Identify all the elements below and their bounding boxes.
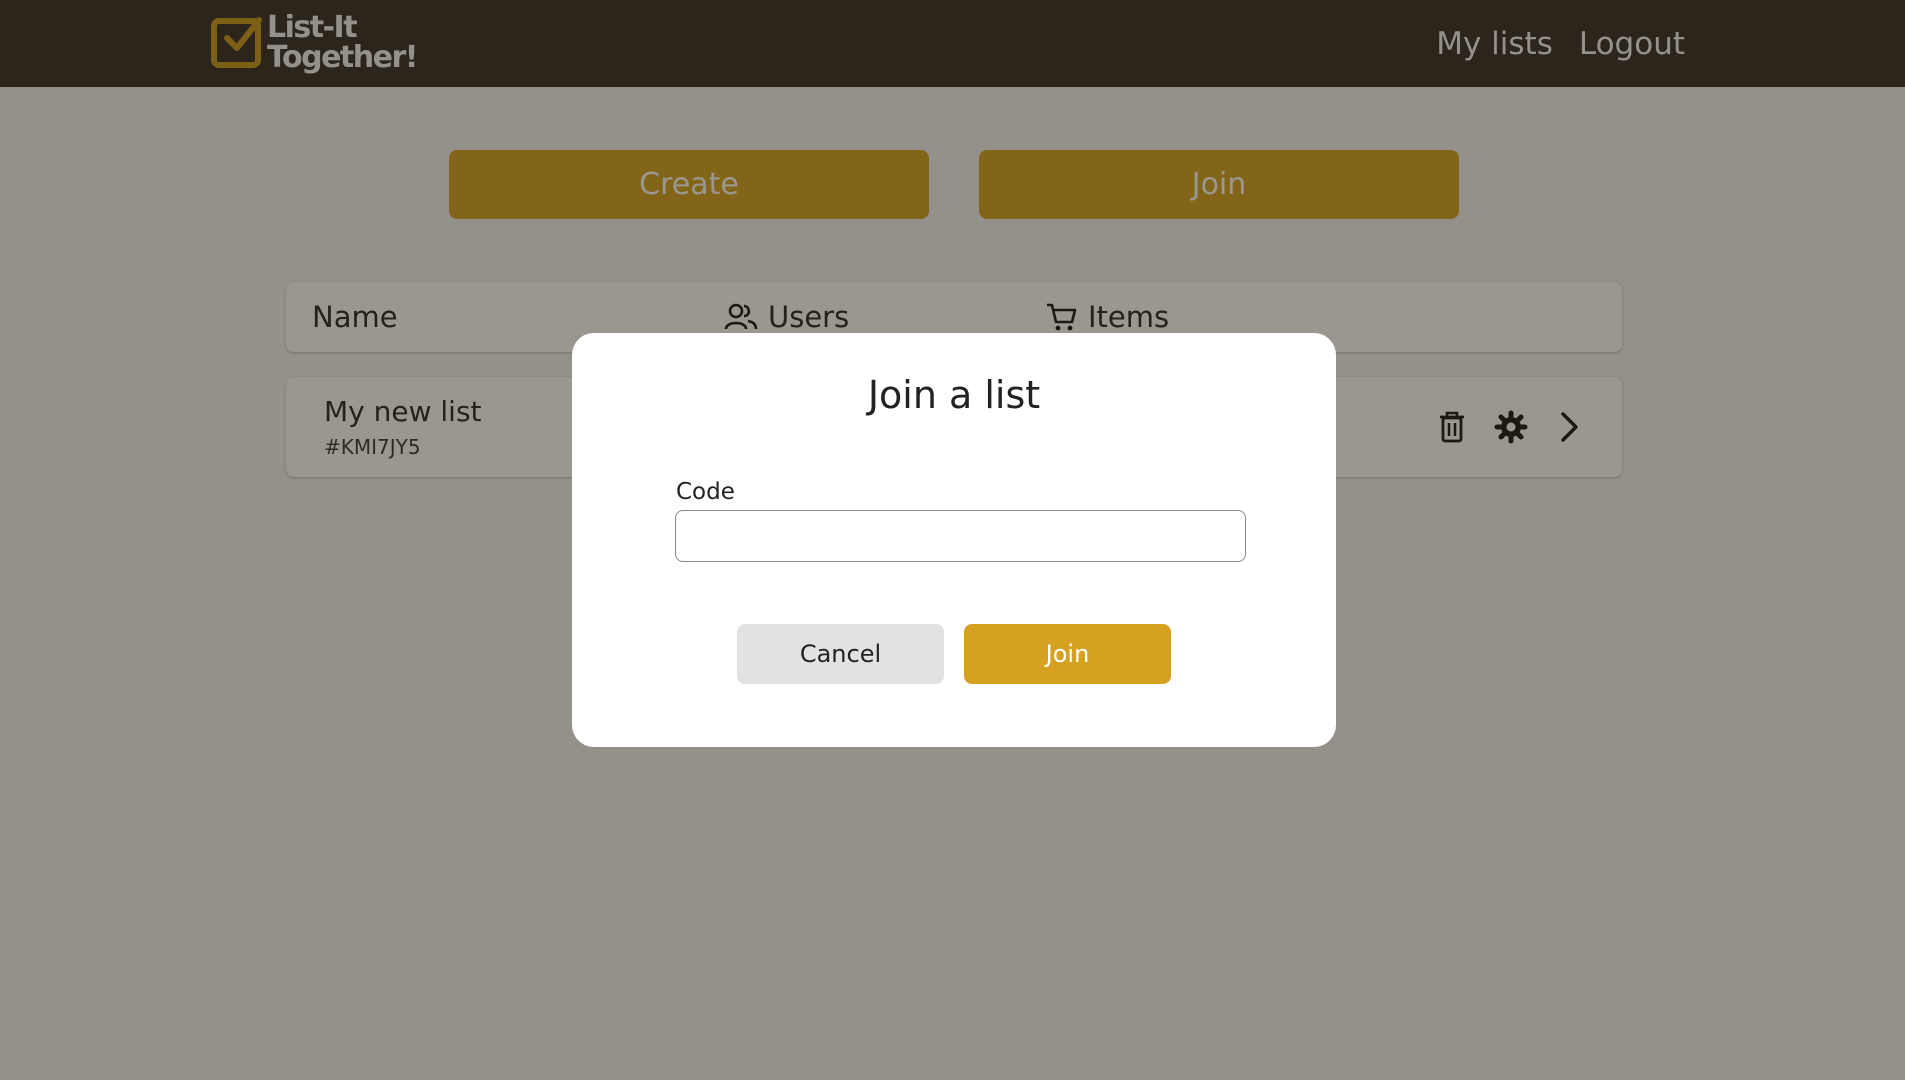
page: List-It Together! My lists Logout Create… (0, 0, 1905, 1080)
code-input[interactable] (675, 510, 1246, 562)
dialog-title: Join a list (867, 373, 1041, 417)
join-list-dialog: Join a list Code Cancel Join (572, 333, 1336, 747)
join-button[interactable]: Join (964, 624, 1171, 684)
code-label: Code (676, 479, 735, 505)
cancel-button[interactable]: Cancel (737, 624, 944, 684)
